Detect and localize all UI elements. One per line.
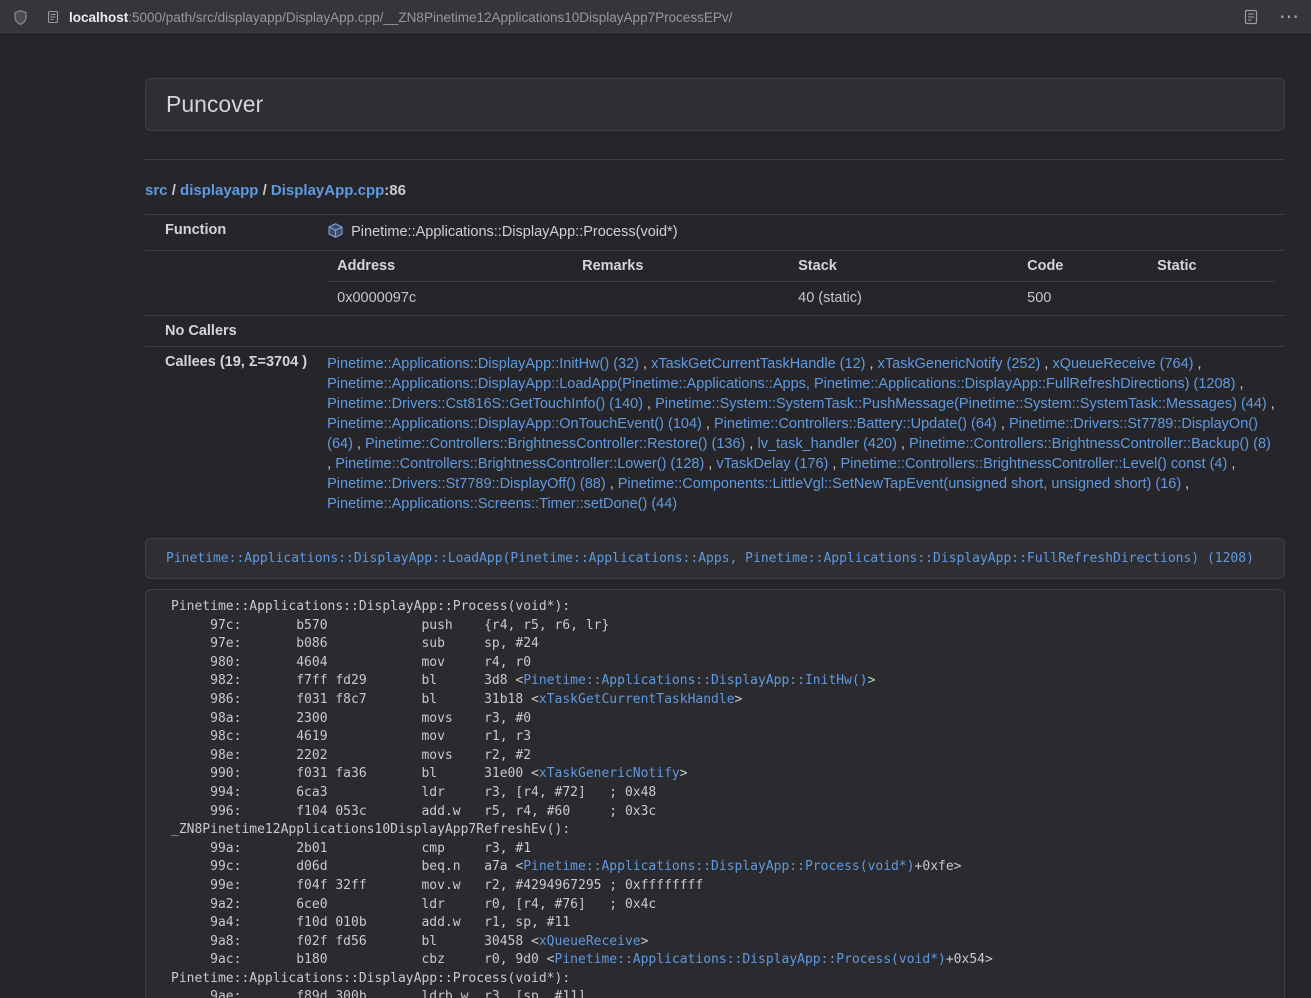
callee-separator: , [327, 456, 335, 472]
callee-link[interactable]: Pinetime::Applications::DisplayApp::Init… [327, 356, 639, 372]
address-table-value: 40 (static) [788, 282, 1017, 309]
callee-separator: , [997, 416, 1009, 432]
callee-separator: , [639, 356, 651, 372]
column-header: Static [1147, 258, 1275, 282]
menu-icon[interactable]: ⋯ [1279, 7, 1299, 27]
symbol-name: Pinetime::Applications::DisplayApp::Proc… [351, 224, 677, 240]
callee-separator: , [1227, 456, 1235, 472]
column-header: Stack [788, 258, 1017, 282]
callees-row: Callees (19, Σ=3704 ) Pinetime::Applicat… [145, 347, 1285, 522]
callee-separator: , [643, 396, 655, 412]
code-symbol-link[interactable]: xTaskGetCurrentTaskHandle [539, 692, 735, 707]
code-symbol-link[interactable]: Pinetime::Applications::DisplayApp::Init… [523, 673, 867, 688]
address-table: AddressRemarksStackCodeStatic 0x0000097c… [327, 258, 1275, 308]
breadcrumb-separator: :86 [384, 182, 406, 199]
details-row: AddressRemarksStackCodeStatic 0x0000097c… [145, 251, 1285, 316]
callee-link[interactable]: Pinetime::Components::LittleVgl::SetNewT… [618, 476, 1181, 492]
function-symbol-cell: Pinetime::Applications::DisplayApp::Proc… [317, 215, 1285, 251]
callee-link[interactable]: Pinetime::Controllers::Battery::Update()… [714, 416, 997, 432]
address-table-value: 500 [1017, 282, 1147, 309]
callee-separator: , [865, 356, 877, 372]
address-table-data-row: 0x0000097c 40 (static)500 [327, 282, 1275, 309]
code-symbol-link[interactable]: Pinetime::Applications::DisplayApp::Proc… [555, 952, 946, 967]
no-callers-label: No Callers [145, 316, 317, 347]
callee-separator: , [1267, 396, 1275, 412]
callee-link[interactable]: xQueueReceive (764) [1052, 356, 1193, 372]
callee-separator: , [606, 476, 618, 492]
callee-separator: , [353, 436, 365, 452]
column-header: Address [327, 258, 572, 282]
callee-link[interactable]: Pinetime::Drivers::Cst816S::GetTouchInfo… [327, 396, 643, 412]
reader-mode-icon[interactable] [1243, 9, 1259, 25]
callee-separator: , [1181, 476, 1189, 492]
breadcrumb-link[interactable]: DisplayApp.cpp [271, 182, 384, 199]
breadcrumb-link[interactable]: displayapp [180, 182, 258, 199]
function-icon [327, 222, 344, 243]
code-panel: Pinetime::Applications::DisplayApp::Proc… [145, 589, 1285, 998]
breadcrumb-separator: / [258, 182, 271, 199]
column-header: Remarks [572, 258, 788, 282]
callee-link[interactable]: Pinetime::Applications::DisplayApp::Load… [327, 376, 1235, 392]
url-text: localhost:5000/path/src/displayapp/Displ… [69, 10, 732, 25]
callee-separator: , [1194, 356, 1202, 372]
address-table-value [572, 282, 788, 309]
code-symbol-link[interactable]: xTaskGenericNotify [539, 766, 680, 781]
divider [145, 159, 1285, 160]
breadcrumb: src / displayapp / DisplayApp.cpp:86 [145, 182, 1285, 199]
main-content: Puncover src / displayapp / DisplayApp.c… [145, 78, 1285, 998]
address-table-value: 0x0000097c [327, 282, 572, 309]
callee-link[interactable]: Pinetime::Controllers::BrightnessControl… [365, 436, 745, 452]
address-table-cell: AddressRemarksStackCodeStatic 0x0000097c… [317, 251, 1285, 316]
code-symbol-link[interactable]: xQueueReceive [539, 934, 641, 949]
callee-separator: , [704, 456, 716, 472]
callee-separator: , [702, 416, 714, 432]
callees-list: Pinetime::Applications::DisplayApp::Init… [317, 347, 1285, 522]
no-callers-cell [317, 316, 1285, 347]
callee-separator: , [828, 456, 840, 472]
callee-link[interactable]: Pinetime::System::SystemTask::PushMessag… [655, 396, 1267, 412]
code-symbol-link[interactable]: Pinetime::Applications::DisplayApp::Proc… [523, 859, 914, 874]
callees-label: Callees (19, Σ=3704 ) [145, 347, 317, 522]
callee-link[interactable]: xTaskGenericNotify (252) [878, 356, 1041, 372]
disassembly-code: Pinetime::Applications::DisplayApp::Proc… [145, 589, 1285, 998]
shield-icon[interactable] [12, 9, 29, 26]
callee-link[interactable]: Pinetime::Applications::Screens::Timer::… [327, 496, 677, 512]
callee-link[interactable]: Pinetime::Applications::DisplayApp::OnTo… [327, 416, 702, 432]
browser-chrome: localhost:5000/path/src/displayapp/Displ… [0, 0, 1311, 35]
url-host: localhost [69, 10, 128, 25]
function-table: Function Pinetime::Applications::Display… [145, 214, 1285, 521]
callee-link[interactable]: xTaskGetCurrentTaskHandle (12) [651, 356, 865, 372]
callee-separator: , [1235, 376, 1243, 392]
app-header-panel: Puncover [145, 78, 1285, 131]
breadcrumb-link[interactable]: src [145, 182, 168, 199]
callee-separator: , [897, 436, 909, 452]
callee-link[interactable]: Pinetime::Controllers::BrightnessControl… [335, 456, 704, 472]
callee-link[interactable]: Pinetime::Controllers::BrightnessControl… [840, 456, 1227, 472]
page-icon [46, 10, 60, 24]
callee-link[interactable]: Pinetime::Drivers::St7789::DisplayOff() … [327, 476, 606, 492]
callee-separator: , [745, 436, 757, 452]
breadcrumb-separator: / [168, 182, 181, 199]
callee-separator: , [1040, 356, 1052, 372]
callee-link[interactable]: lv_task_handler (420) [757, 436, 896, 452]
address-table-value [1147, 282, 1275, 309]
url-bar[interactable]: localhost:5000/path/src/displayapp/Displ… [46, 10, 1243, 25]
details-row-spacer [145, 251, 317, 316]
column-header: Code [1017, 258, 1147, 282]
function-row: Function Pinetime::Applications::Display… [145, 215, 1285, 251]
app-title: Puncover [166, 91, 1264, 118]
callee-link[interactable]: vTaskDelay (176) [716, 456, 828, 472]
no-callers-row: No Callers [145, 316, 1285, 347]
url-path: :5000/path/src/displayapp/DisplayApp.cpp… [128, 10, 732, 25]
callee-link[interactable]: Pinetime::Controllers::BrightnessControl… [909, 436, 1271, 452]
symbol-panel: Pinetime::Applications::DisplayApp::Load… [145, 538, 1285, 579]
symbol-panel-link[interactable]: Pinetime::Applications::DisplayApp::Load… [166, 551, 1254, 566]
address-table-head-row: AddressRemarksStackCodeStatic [327, 258, 1275, 282]
function-label: Function [145, 215, 317, 251]
